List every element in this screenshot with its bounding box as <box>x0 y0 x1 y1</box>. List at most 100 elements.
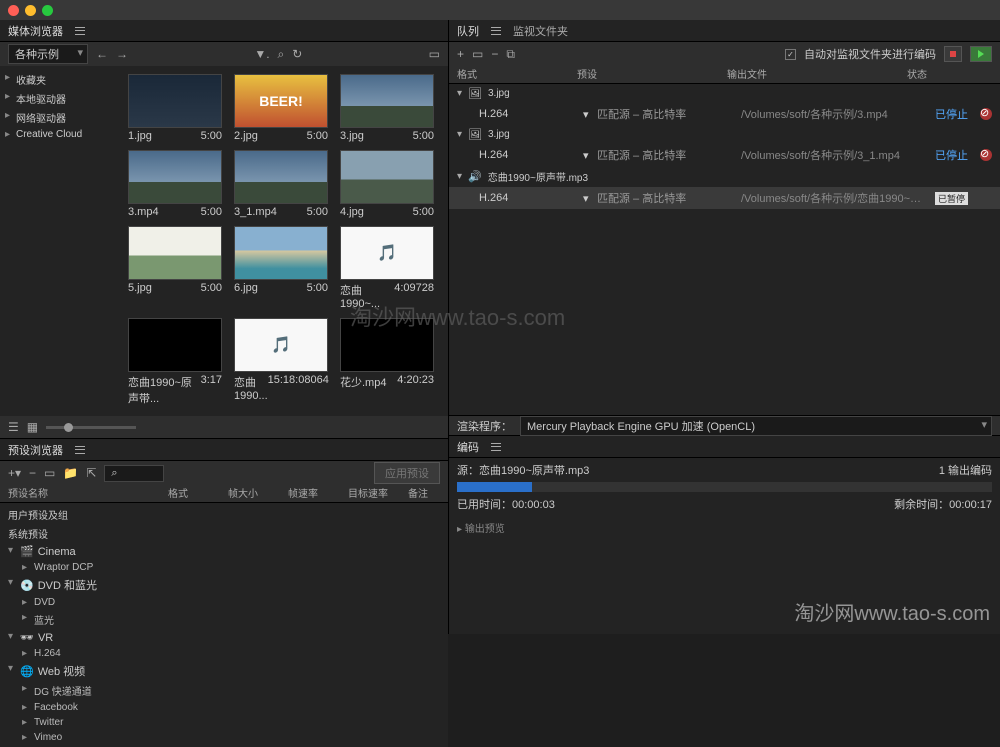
renderer-dropdown[interactable]: Mercury Playback Engine GPU 加速 (OpenCL) <box>520 416 992 436</box>
panel-menu-icon[interactable] <box>75 446 85 454</box>
thumb-duration: 5:00 <box>201 130 222 142</box>
auto-encode-checkbox[interactable]: ✓ <box>785 49 796 60</box>
tree-item[interactable]: 收藏夹 <box>0 70 120 89</box>
apply-preset-button[interactable]: 应用预设 <box>374 462 440 484</box>
stop-button[interactable] <box>944 46 962 62</box>
cat-cinema[interactable]: 🎬Cinema <box>0 543 448 560</box>
panel-menu-icon[interactable] <box>75 27 85 35</box>
media-thumb[interactable]: 花少.mp44:20:23 <box>340 318 440 408</box>
refresh-icon[interactable]: ↻ <box>292 47 302 61</box>
minimize-icon[interactable] <box>25 5 36 16</box>
media-thumb[interactable]: 🎵恋曲1990~...4:09728 <box>340 226 440 312</box>
filter-icon[interactable]: ▼. <box>254 47 269 61</box>
media-thumb[interactable]: 1.jpg5:00 <box>128 74 228 144</box>
maximize-icon[interactable] <box>42 5 53 16</box>
preset-settings-icon[interactable]: ▭ <box>44 466 55 480</box>
remove-icon[interactable]: − <box>491 47 498 61</box>
media-thumb[interactable]: 恋曲1990~原声带...3:17 <box>128 318 228 408</box>
thumbnail-size-slider[interactable] <box>46 426 136 429</box>
thumb-name: 6.jpg <box>234 282 258 294</box>
thumb-duration: 15:18:08064 <box>268 374 329 402</box>
back-icon[interactable]: ← <box>96 47 108 61</box>
media-browser-tab[interactable]: 媒体浏览器 <box>8 23 63 39</box>
media-thumb[interactable]: 5.jpg5:00 <box>128 226 228 312</box>
start-button[interactable] <box>970 46 992 62</box>
item-twitter[interactable]: Twitter <box>0 715 448 730</box>
add-output-icon[interactable]: ▭ <box>472 47 483 61</box>
queue-row[interactable]: H.264▾匹配源 – 高比特率/Volumes/soft/各种示例/3_1.m… <box>449 144 1000 166</box>
tree-item[interactable]: 本地驱动器 <box>0 89 120 108</box>
thumb-name: 恋曲1990~原声带... <box>128 374 201 406</box>
import-icon[interactable]: ⇱ <box>86 466 96 480</box>
item-facebook[interactable]: Facebook <box>0 700 448 715</box>
system-presets-group[interactable]: 系统预设 <box>0 524 448 543</box>
thumb-duration: 5:00 <box>201 282 222 294</box>
search-icon[interactable]: ⌕ <box>278 47 285 62</box>
panel-menu-icon[interactable] <box>491 443 501 451</box>
tree-item[interactable]: Creative Cloud <box>0 127 120 142</box>
media-thumb[interactable]: BEER!2.jpg5:00 <box>234 74 334 144</box>
item-dg[interactable]: DG 快递通道 <box>0 681 448 700</box>
queue-row[interactable]: H.264▾匹配源 – 高比特率/Volumes/soft/各种示例/3.mp4… <box>449 103 1000 125</box>
add-preset-icon[interactable]: +▾ <box>8 466 21 480</box>
thumb-duration: 5:00 <box>307 282 328 294</box>
panel-menu-icon[interactable] <box>491 27 501 35</box>
remaining-time: 剩余时间：00:00:17 <box>894 496 992 512</box>
item-wraptor[interactable]: Wraptor DCP <box>0 560 448 575</box>
thumb-name: 3_1.mp4 <box>234 206 277 218</box>
source-info: 源：恋曲1990~原声带.mp3 <box>457 462 589 478</box>
window-titlebar <box>0 0 1000 20</box>
renderer-label: 渲染程序： <box>457 418 512 434</box>
remove-preset-icon[interactable]: − <box>29 466 36 480</box>
thumb-image <box>128 150 222 204</box>
encoding-tab[interactable]: 编码 <box>457 439 479 455</box>
auto-encode-label: 自动对监视文件夹进行编码 <box>804 46 936 62</box>
thumb-name: 恋曲1990... <box>234 374 268 402</box>
queue-tab[interactable]: 队列 <box>457 23 479 39</box>
output-preview-toggle[interactable]: 输出预览 <box>449 516 1000 539</box>
close-icon[interactable] <box>8 5 19 16</box>
queue-row[interactable]: H.264▾匹配源 – 高比特率/Volumes/soft/各种示例/恋曲199… <box>449 187 1000 209</box>
grid-view-icon[interactable]: ▦ <box>27 420 38 434</box>
media-thumb[interactable]: 4.jpg 5:00 <box>340 150 440 220</box>
thumb-image <box>128 74 222 128</box>
item-vimeo[interactable]: Vimeo <box>0 730 448 745</box>
add-source-icon[interactable]: + <box>457 47 464 61</box>
queue-group[interactable]: 🖼 3.jpg <box>449 84 1000 103</box>
thumb-image: 🎵 <box>340 226 434 280</box>
thumb-name: 4.jpg <box>340 206 364 218</box>
forward-icon[interactable]: → <box>116 47 128 61</box>
queue-group[interactable]: 🖼 3.jpg <box>449 125 1000 144</box>
media-thumb[interactable]: 3.jpg5:00 <box>340 74 440 144</box>
media-grid: 1.jpg5:00BEER!2.jpg5:003.jpg5:00 3.mp45:0… <box>120 66 448 416</box>
thumb-duration: 5:00 <box>201 206 222 218</box>
preset-browser-tab[interactable]: 预设浏览器 <box>8 442 63 458</box>
preset-tree[interactable]: 用户预设及组 系统预设 🎬Cinema Wraptor DCP 💿DVD 和蓝光… <box>0 503 448 747</box>
new-folder-icon[interactable]: 📁 <box>63 466 78 480</box>
item-bluray[interactable]: 蓝光 <box>0 610 448 629</box>
cat-vr[interactable]: 🕶VR <box>0 629 448 646</box>
thumb-duration: 5:00 <box>307 206 328 218</box>
item-h264[interactable]: H.264 <box>0 646 448 661</box>
cat-dvd[interactable]: 💿DVD 和蓝光 <box>0 575 448 595</box>
output-count: 1 输出编码 <box>939 462 992 478</box>
list-view-icon[interactable]: ☰ <box>8 420 19 434</box>
duplicate-icon[interactable]: ⧉ <box>506 47 515 62</box>
thumb-image <box>340 150 434 204</box>
media-thumb[interactable]: 3.mp45:00 <box>128 150 228 220</box>
watch-folders-tab[interactable]: 监视文件夹 <box>513 23 568 39</box>
media-thumb[interactable]: 3_1.mp4 5:00 <box>234 150 334 220</box>
col-preset: 预设 <box>577 66 727 83</box>
media-thumb[interactable]: 🎵恋曲1990...15:18:08064 <box>234 318 334 408</box>
ingest-icon[interactable]: ▭ <box>429 47 440 61</box>
tree-item[interactable]: 网络驱动器 <box>0 108 120 127</box>
media-tree[interactable]: 收藏夹本地驱动器网络驱动器Creative Cloud <box>0 66 120 416</box>
thumb-duration: 5:00 <box>413 206 434 218</box>
folder-dropdown[interactable]: 各种示例 <box>8 44 88 64</box>
queue-group[interactable]: 🔊 恋曲1990~原声带.mp3 <box>449 166 1000 187</box>
media-thumb[interactable]: 6.jpg 5:00 <box>234 226 334 312</box>
item-dvd[interactable]: DVD <box>0 595 448 610</box>
user-presets-group[interactable]: 用户预设及组 <box>0 505 448 524</box>
cat-web[interactable]: 🌐Web 视频 <box>0 661 448 681</box>
preset-search-input[interactable]: ⌕ <box>104 465 164 482</box>
